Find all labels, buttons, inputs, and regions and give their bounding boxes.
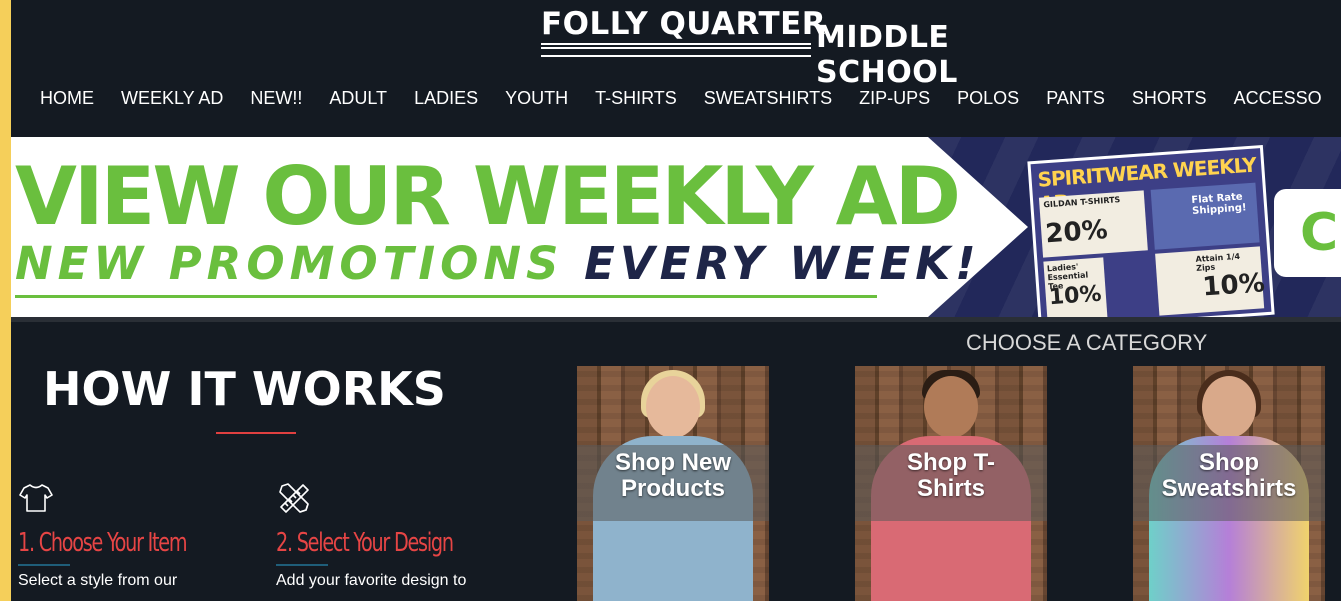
category-label: Shop Sweatshirts [1161, 449, 1297, 502]
nav-adult[interactable]: ADULT [329, 88, 387, 109]
logo-underline [541, 43, 811, 57]
nav-sweatshirts[interactable]: SWEATSHIRTS [704, 88, 832, 109]
nav-weekly-ad[interactable]: WEEKLY AD [121, 88, 223, 109]
step-1-description: Select a style from our [18, 572, 178, 589]
step-2-heading: 2. Select Your Design [276, 528, 454, 558]
model-head [1202, 376, 1256, 438]
nav-home[interactable]: HOME [40, 88, 94, 109]
nav-youth[interactable]: YOUTH [505, 88, 568, 109]
ad-tile-zips: Attain 1/4 Zips 10% [1155, 246, 1266, 316]
step-2-description: Add your favorite design to [276, 572, 467, 589]
left-edge-strip [0, 0, 11, 601]
ad-tile-shipping: Flat Rate Shipping! [1150, 182, 1260, 250]
nav-polos[interactable]: POLOS [957, 88, 1019, 109]
banner-subtitle: NEW PROMOTIONS EVERY WEEK! [15, 241, 981, 286]
ad-tile-ladies: Ladies' Essential Tee 10% [1043, 257, 1108, 317]
school-logo[interactable]: FOLLY QUARTER MIDDLE SCHOOL [541, 6, 1101, 90]
weekly-ad-banner[interactable]: VIEW OUR WEEKLY AD NEW PROMOTIONS EVERY … [11, 137, 1341, 317]
site-header: FOLLY QUARTER MIDDLE SCHOOL HOME WEEKLY … [11, 0, 1341, 137]
category-label: Shop T- Shirts [907, 449, 995, 502]
nav-new[interactable]: NEW!! [250, 88, 302, 109]
banner-underline [15, 295, 877, 298]
category-label: Shop New Products [614, 449, 731, 502]
pencil-ruler-icon [279, 483, 309, 513]
banner-title: VIEW OUR WEEKLY AD [15, 150, 961, 243]
logo-main-text: FOLLY QUARTER [541, 6, 827, 42]
category-card-sweatshirts[interactable]: Shop Sweatshirts [1133, 366, 1325, 601]
ad-tile-gildan: GILDAN T-SHIRTS 20% [1038, 190, 1148, 258]
how-it-works-title: HOW IT WORKS [43, 362, 446, 416]
how-it-works-underline [216, 432, 296, 434]
nav-ladies[interactable]: LADIES [414, 88, 478, 109]
nav-t-shirts[interactable]: T-SHIRTS [595, 88, 677, 109]
category-card-t-shirts[interactable]: Shop T- Shirts [855, 366, 1047, 601]
banner-cta-button[interactable]: C [1274, 189, 1341, 277]
section-divider [11, 317, 1341, 322]
main-nav: HOME WEEKLY AD NEW!! ADULT LADIES YOUTH … [40, 88, 1341, 109]
tshirt-icon [19, 484, 53, 512]
step-1-heading: 1. Choose Your Item [18, 528, 188, 558]
banner-cta-text: C [1300, 203, 1339, 263]
weekly-ad-flyer-image: SPIRITWEAR WEEKLY AD GILDAN T-SHIRTS 20%… [1027, 144, 1275, 317]
nav-shorts[interactable]: SHORTS [1132, 88, 1207, 109]
logo-sub-text: MIDDLE SCHOOL [816, 20, 958, 90]
model-head [924, 376, 978, 438]
category-card-new-products[interactable]: Shop New Products [577, 366, 769, 601]
banner-subtitle-green: NEW PROMOTIONS [15, 237, 564, 290]
step-2-underline [276, 564, 328, 566]
nav-accessories[interactable]: ACCESSO [1234, 88, 1322, 109]
banner-subtitle-dark: EVERY WEEK! [584, 237, 981, 290]
model-head [646, 376, 700, 438]
nav-zip-ups[interactable]: ZIP-UPS [859, 88, 930, 109]
nav-pants[interactable]: PANTS [1046, 88, 1105, 109]
step-1-underline [18, 564, 70, 566]
choose-category-title: CHOOSE A CATEGORY [966, 330, 1208, 355]
